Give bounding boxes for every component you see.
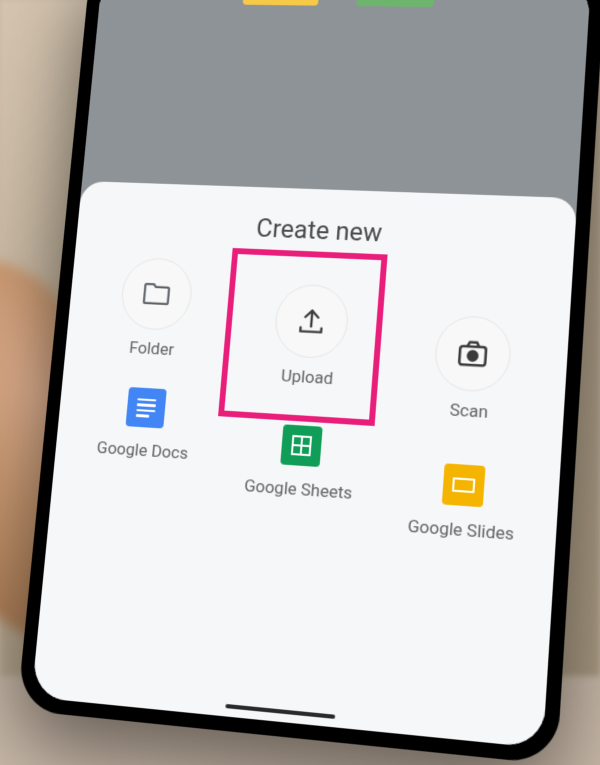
google-sheets-icon xyxy=(280,424,323,467)
phone-frame: Create new Folder xyxy=(17,0,600,765)
google-slides-option[interactable]: Google Slides xyxy=(378,447,549,556)
option-label: Google Slides xyxy=(407,516,515,545)
scan-option[interactable]: Scan xyxy=(387,305,558,436)
google-docs-option[interactable]: Google Docs xyxy=(66,372,225,474)
folder-option[interactable]: Folder xyxy=(75,248,236,371)
google-sheets-option[interactable]: Google Sheets xyxy=(218,409,383,514)
option-label: Upload xyxy=(280,366,334,389)
upload-icon xyxy=(273,283,351,360)
sheet-title: Create new xyxy=(84,208,567,256)
option-label: Folder xyxy=(128,338,174,360)
option-label: Google Sheets xyxy=(243,476,353,504)
camera-icon xyxy=(433,315,513,394)
home-indicator[interactable] xyxy=(225,704,335,719)
drive-file-thumbnails xyxy=(95,0,591,58)
folder-icon xyxy=(119,257,195,332)
option-label: Google Docs xyxy=(96,438,189,464)
create-options-grid: Folder Upload xyxy=(61,259,564,512)
file-thumbnail xyxy=(356,0,435,7)
create-new-bottom-sheet: Create new Folder xyxy=(31,181,577,748)
upload-option[interactable]: Upload xyxy=(228,273,394,400)
google-docs-icon xyxy=(125,387,166,429)
phone-screen: Create new Folder xyxy=(31,0,591,748)
option-label: Scan xyxy=(449,400,489,423)
file-thumbnail xyxy=(243,0,320,6)
google-slides-icon xyxy=(442,463,486,507)
